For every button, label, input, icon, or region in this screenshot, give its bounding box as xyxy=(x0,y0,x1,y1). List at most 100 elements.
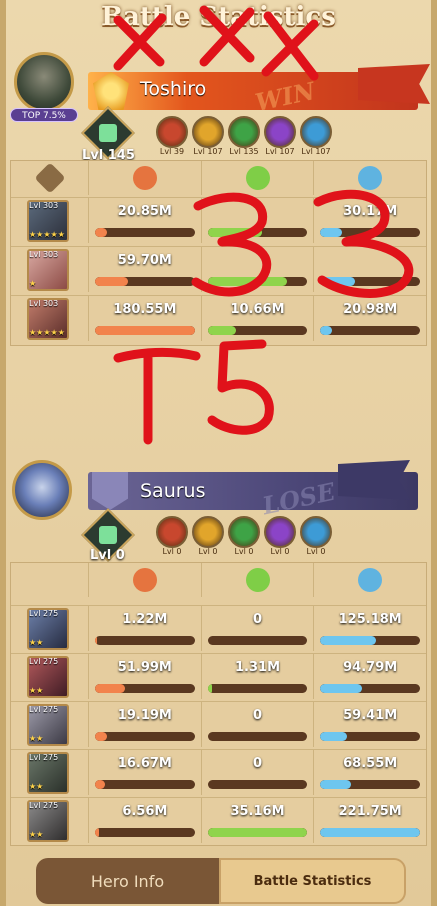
beast-icon[interactable] xyxy=(192,516,224,548)
tank-bar-fill xyxy=(320,277,356,286)
hero-cell[interactable]: Lvl 303 ★★★★★ xyxy=(11,296,89,341)
hero-cell[interactable]: Lvl 275 ★★ xyxy=(11,654,89,699)
hero-stars: ★★ xyxy=(29,782,44,791)
table-row: Lvl 303 ★★★★★ 180.55M 10.66M 20.98M xyxy=(11,295,426,341)
tank-bar-fill xyxy=(320,326,333,335)
hero-level: Lvl 275 xyxy=(29,657,59,666)
damage-bar-fill xyxy=(95,228,107,237)
tank-bar-fill xyxy=(320,228,343,237)
beast-level: Lvl 0 xyxy=(234,547,254,556)
healing-cell: 0 xyxy=(202,606,315,651)
healing-cell: 0 xyxy=(202,702,315,747)
team2-player-name: Saurus xyxy=(140,480,206,502)
healing-cell: 10.66M xyxy=(202,296,315,341)
beast-level: Lvl 0 xyxy=(162,547,182,556)
healing-column-header xyxy=(202,563,315,597)
hero-stars: ★★ xyxy=(29,734,44,743)
shield-icon xyxy=(358,568,383,592)
damage-bar-fill xyxy=(95,732,107,741)
beast-icon[interactable] xyxy=(228,516,260,548)
tank-cell: 221.75M xyxy=(314,798,426,843)
team2-stats-table: Lvl 275 ★★ 1.22M 0 125.18M Lvl 275 ★★ 51.99M 1.3… xyxy=(10,562,427,846)
beast-icon[interactable] xyxy=(300,516,332,548)
skull-icon xyxy=(132,568,157,592)
table-row: Lvl 303 ★★★★★ 20.85M 30.17M xyxy=(11,197,426,243)
hero-level: Lvl 275 xyxy=(29,705,59,714)
beast-icon[interactable] xyxy=(300,116,332,148)
table-row: Lvl 275 ★★ 6.56M 35.16M 221.75M xyxy=(11,797,426,843)
healing-value: 0 xyxy=(252,612,263,627)
table-row: Lvl 275 ★★ 51.99M 1.31M 94.79M xyxy=(11,653,426,699)
tank-value: 125.18M xyxy=(338,612,402,627)
hero-cell[interactable]: Lvl 303 ★★★★★ xyxy=(11,198,89,243)
damage-value: 180.55M xyxy=(113,302,177,317)
tab-hero-info[interactable]: Hero Info xyxy=(36,858,219,904)
damage-cell: 59.70M xyxy=(89,247,202,292)
damage-bar-fill xyxy=(95,828,99,837)
healing-value: 35.16M xyxy=(230,804,285,819)
damage-bar-fill xyxy=(95,636,97,645)
beast-icon[interactable] xyxy=(156,516,188,548)
healing-bar-fill xyxy=(207,228,263,237)
tank-cell: 20.98M xyxy=(314,296,426,341)
damage-bar-fill xyxy=(95,277,128,286)
healing-bar xyxy=(207,326,308,335)
healing-bar xyxy=(207,780,308,789)
team1-stats-table: Lvl 303 ★★★★★ 20.85M 30.17M Lvl 303 ★ 59.70M Lv… xyxy=(10,160,427,346)
healing-value: 0 xyxy=(252,756,263,771)
healing-value: 10.66M xyxy=(230,302,285,317)
table-row: Lvl 275 ★★ 19.19M 0 59.41M xyxy=(11,701,426,747)
hero-stars: ★★★★★ xyxy=(29,328,65,337)
hero-level: Lvl 303 xyxy=(29,299,59,308)
tank-cell: 68.55M xyxy=(314,750,426,795)
healing-bar-fill xyxy=(207,828,308,837)
beast-level: Lvl 107 xyxy=(193,147,223,156)
tank-cell: 94.79M xyxy=(314,654,426,699)
beast-icon[interactable] xyxy=(264,116,296,148)
hero-level: Lvl 275 xyxy=(29,753,59,762)
damage-value: 16.67M xyxy=(117,756,172,771)
damage-bar xyxy=(95,636,195,645)
tank-value: 68.55M xyxy=(343,756,398,771)
bottom-tabs: Hero Info Battle Statistics xyxy=(36,858,406,904)
hero-level: Lvl 275 xyxy=(29,609,59,618)
hero-cell[interactable]: Lvl 275 ★★ xyxy=(11,750,89,795)
hero-cell[interactable]: Lvl 275 ★★ xyxy=(11,798,89,843)
healing-bar-fill xyxy=(207,277,288,286)
beast-icon[interactable] xyxy=(264,516,296,548)
hero-cell[interactable]: Lvl 275 ★★ xyxy=(11,606,89,651)
tank-value: 94.79M xyxy=(343,660,398,675)
table-row: Lvl 303 ★ 59.70M xyxy=(11,246,426,292)
beast-level: Lvl 0 xyxy=(198,547,218,556)
damage-bar xyxy=(95,228,195,237)
hero-stars: ★ xyxy=(29,279,37,288)
tab-battle-statistics[interactable]: Battle Statistics xyxy=(219,858,406,904)
healing-value: 1.31M xyxy=(235,660,281,675)
damage-bar xyxy=(95,780,195,789)
hero-level: Lvl 303 xyxy=(29,201,59,210)
damage-bar xyxy=(95,277,195,286)
healing-bar xyxy=(207,684,308,693)
healing-column-header xyxy=(202,161,315,195)
hero-stars: ★★ xyxy=(29,830,44,839)
skull-icon xyxy=(132,166,157,190)
hero-cell[interactable]: Lvl 275 ★★ xyxy=(11,702,89,747)
damage-bar xyxy=(95,732,195,741)
team1-player-avatar[interactable] xyxy=(14,52,74,112)
tank-bar-fill xyxy=(320,636,377,645)
beast-icon[interactable] xyxy=(156,116,188,148)
tank-bar xyxy=(320,732,421,741)
tank-value: 30.17M xyxy=(343,204,398,219)
damage-value: 6.56M xyxy=(122,804,168,819)
tank-value: 221.75M xyxy=(338,804,402,819)
damage-value: 20.85M xyxy=(117,204,172,219)
table-row: Lvl 275 ★★ 16.67M 0 68.55M xyxy=(11,749,426,795)
healing-bar xyxy=(207,277,308,286)
hero-stars: ★★ xyxy=(29,638,44,647)
damage-value: 51.99M xyxy=(117,660,172,675)
beast-icon[interactable] xyxy=(228,116,260,148)
hero-cell[interactable]: Lvl 303 ★ xyxy=(11,247,89,292)
rank-badge: TOP 7.5% xyxy=(10,108,78,122)
beast-icon[interactable] xyxy=(192,116,224,148)
team2-player-avatar[interactable] xyxy=(12,460,72,520)
